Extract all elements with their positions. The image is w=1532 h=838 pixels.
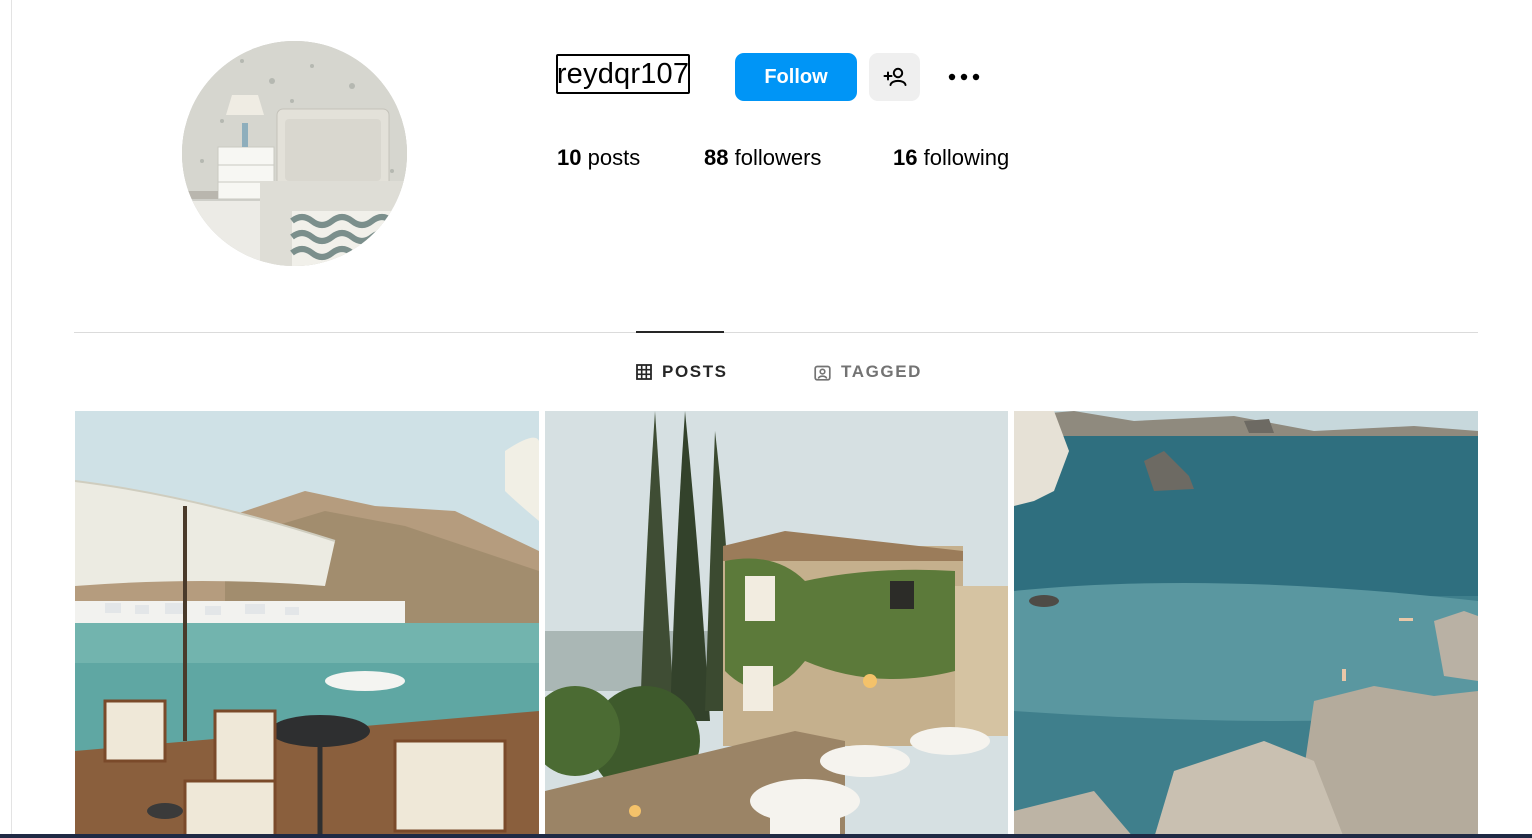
posts-count-label: posts xyxy=(587,145,641,170)
page-edge-rule xyxy=(11,0,12,838)
taskbar-edge xyxy=(0,834,1532,838)
tab-posts[interactable]: POSTS xyxy=(636,360,728,384)
grid-icon xyxy=(636,364,652,380)
follow-button[interactable]: Follow xyxy=(735,53,857,101)
section-divider xyxy=(74,332,1478,333)
suggested-accounts-button[interactable] xyxy=(869,53,920,101)
profile-avatar[interactable] xyxy=(182,41,407,266)
post-thumbnail[interactable] xyxy=(1014,411,1478,838)
post-image-stone-villa xyxy=(545,411,1008,838)
posts-count-number: 10 xyxy=(557,145,582,170)
following-count-label: following xyxy=(923,145,1010,170)
post-thumbnail[interactable] xyxy=(75,411,539,838)
tab-tagged[interactable]: TAGGED xyxy=(814,360,922,384)
following-count[interactable]: 16 following xyxy=(893,145,1009,171)
posts-count: 10 posts xyxy=(557,145,640,171)
person-add-icon xyxy=(883,67,906,86)
more-options-button[interactable] xyxy=(940,62,988,92)
post-thumbnail[interactable] xyxy=(545,411,1008,838)
followers-count[interactable]: 88 followers xyxy=(704,145,821,171)
avatar-image xyxy=(182,41,407,266)
active-tab-indicator xyxy=(636,331,724,333)
followers-count-number: 88 xyxy=(704,145,729,170)
more-horizontal-icon xyxy=(948,73,980,81)
post-image-harbor-cafe xyxy=(75,411,539,838)
following-count-number: 16 xyxy=(893,145,918,170)
profile-username[interactable]: reydqr107 xyxy=(556,54,690,94)
tagged-icon xyxy=(814,365,831,381)
tab-posts-label: POSTS xyxy=(662,362,728,381)
post-image-rocky-cove xyxy=(1014,411,1478,838)
tab-tagged-label: TAGGED xyxy=(841,362,923,381)
followers-count-label: followers xyxy=(734,145,822,170)
